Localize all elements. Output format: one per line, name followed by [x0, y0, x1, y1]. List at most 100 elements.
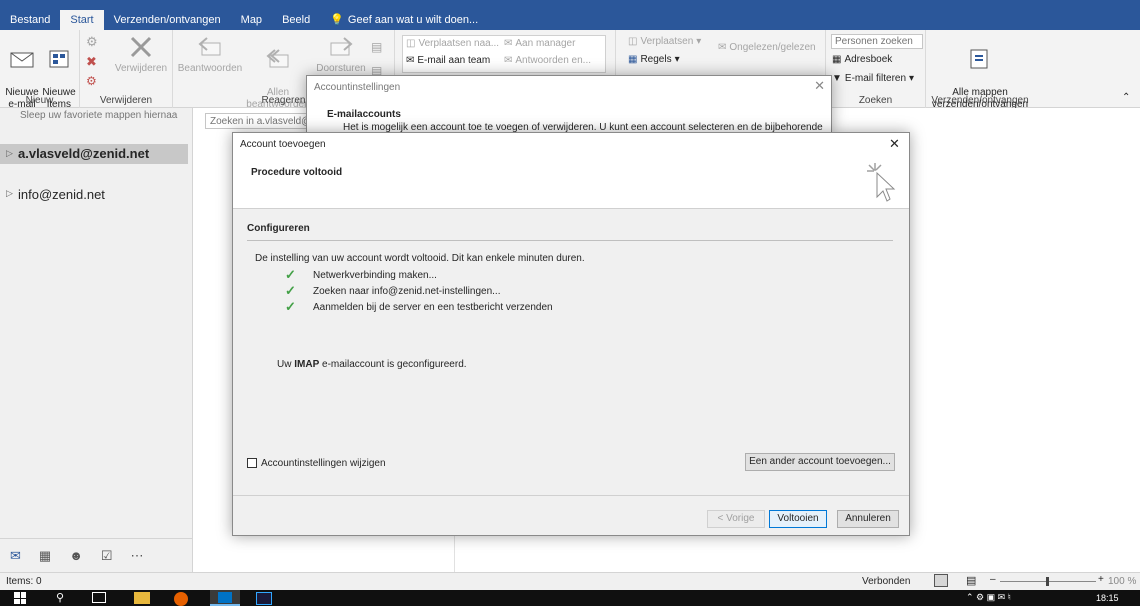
file-explorer-icon[interactable] [134, 592, 150, 604]
move-button[interactable]: ◫ Verplaatsen ▾ [628, 36, 701, 47]
change-settings-checkbox[interactable] [247, 458, 257, 468]
new-items-icon [49, 50, 69, 68]
group-find-label: Zoeken [858, 95, 893, 106]
tab-home[interactable]: Start [60, 10, 104, 30]
reading-view-icon[interactable]: ▤ [966, 574, 976, 587]
reply-all-icon [266, 49, 289, 68]
delete-button[interactable]: Verwijderen [110, 34, 172, 75]
group-delete-label: Verwijderen [99, 95, 153, 106]
title-bar [0, 0, 1140, 10]
calendar-icon[interactable]: ▦ [39, 548, 51, 564]
footer-divider [233, 495, 909, 496]
cleanup-icon[interactable]: ✖ [86, 54, 97, 70]
collapse-ribbon-icon[interactable]: ⌃ [1122, 92, 1130, 103]
tab-send-receive[interactable]: Verzenden/ontvangen [104, 10, 231, 30]
unread-read-button[interactable]: ✉ Ongelezen/gelezen [718, 42, 816, 53]
tell-me-box[interactable]: 💡 Geef aan wat u wilt doen... [320, 10, 488, 30]
filter-email-button[interactable]: ▼ E-mail filteren ▾ [832, 73, 914, 84]
quick-step-to-manager[interactable]: ✉ Aan manager [504, 38, 575, 49]
send-receive-icon [970, 49, 988, 69]
search-mailbox-input[interactable] [205, 113, 315, 129]
filter-icon: ▼ [832, 73, 842, 84]
clock[interactable]: 18:15 [1096, 593, 1119, 603]
cursor-sparkle-icon [867, 163, 896, 202]
people-icon[interactable]: ☻ [69, 548, 83, 563]
tab-file[interactable]: Bestand [0, 10, 60, 30]
rules-icon: ▦ [628, 54, 638, 65]
task-view-icon[interactable] [92, 592, 106, 603]
setup-step: Zoeken naar info@zenid.net-instellingen.… [313, 286, 501, 297]
group-new: Nieuwe e-mail Nieuwe items Nieuw [0, 30, 80, 110]
zoom-slider-thumb[interactable] [1046, 577, 1049, 586]
meeting-icon[interactable]: ▤ [371, 40, 382, 54]
close-icon[interactable]: ✕ [889, 136, 900, 152]
reply-button[interactable]: Beantwoorden [175, 34, 245, 75]
zoom-level: 100 % [1108, 576, 1137, 587]
expand-arrow-icon[interactable]: ▷ [6, 188, 13, 199]
account-folder-avlasveld[interactable]: a.vlasveld@zenid.net [18, 146, 149, 161]
configure-heading: Configureren [247, 223, 310, 234]
status-bar: Items: 0 Verbonden ▤ – + 100 % [0, 572, 1140, 590]
finish-button[interactable]: Voltooien [769, 510, 827, 528]
account-folder-info[interactable]: info@zenid.net [18, 187, 105, 202]
new-email-icon [10, 52, 34, 68]
connection-status: Verbonden [862, 576, 911, 587]
group-send-receive: Alle mappen verzenden/ontvangen Verzende… [926, 30, 1034, 110]
system-tray-icons[interactable]: ⌃ ⚙ ▣ ✉ ♮ [966, 592, 1011, 603]
checkmark-icon: ✓ [285, 267, 296, 282]
group-find: ▦Adresboek ▼E-mail filteren▾ Zoeken [826, 30, 926, 108]
account-settings-title: Accountinstellingen [314, 82, 401, 93]
group-send-receive-label: Verzenden/ontvangen [931, 95, 1029, 106]
manager-icon: ✉ [504, 38, 513, 49]
account-settings-dialog: Accountinstellingen ✕ E-mailaccounts Het… [306, 75, 832, 135]
change-settings-label: Accountinstellingen wijzigen [261, 458, 386, 469]
more-icon[interactable]: ⋯ [131, 548, 144, 564]
envelope-icon: ✉ [718, 42, 727, 53]
favorites-hint: Sleep uw favoriete mappen hiernaa [20, 110, 178, 121]
junk-icon[interactable]: ⚙ [86, 74, 97, 88]
normal-view-icon[interactable] [934, 574, 948, 587]
add-account-dialog: Account toevoegen ✕ Procedure voltooid C… [232, 132, 910, 536]
dropdown-icon: ▾ [696, 36, 702, 47]
move-icon: ◫ [628, 36, 638, 47]
folder-pane: Sleep uw favoriete mappen hiernaa ▷ a.vl… [0, 108, 193, 572]
quick-step-reply-delete[interactable]: ✉ Antwoorden en... [504, 55, 591, 66]
add-another-account-button[interactable]: Een ander account toevoegen... [745, 453, 895, 471]
close-icon[interactable]: ✕ [814, 78, 825, 94]
setup-step: Netwerkverbinding maken... [313, 270, 437, 281]
module-nav: ✉ ▦ ☻ ☑ ⋯ [0, 538, 193, 572]
divider [247, 240, 893, 241]
address-book-button[interactable]: ▦ Adresboek [832, 54, 892, 65]
app-taskbar-icon[interactable] [256, 592, 272, 605]
expand-arrow-icon[interactable]: ▷ [6, 148, 13, 159]
forward-button[interactable]: Doorsturen [311, 34, 371, 75]
tasks-icon[interactable]: ☑ [101, 548, 113, 564]
taskbar: ⚲ ⌃ ⚙ ▣ ✉ ♮ 18:15 [0, 590, 1140, 606]
back-button[interactable]: < Vorige [707, 510, 765, 528]
cancel-button[interactable]: Annuleren [837, 510, 899, 528]
quick-step-team-email[interactable]: ✉ E-mail aan team [406, 55, 490, 66]
setup-intro: De instelling van uw account wordt volto… [255, 253, 585, 264]
firefox-icon[interactable] [174, 592, 188, 606]
outlook-taskbar-icon[interactable] [210, 590, 240, 606]
tab-folder[interactable]: Map [231, 10, 272, 30]
email-accounts-heading: E-mailaccounts [327, 109, 401, 120]
quick-step-move-to[interactable]: ◫ Verplaatsen naa... [406, 38, 499, 49]
zoom-out-icon[interactable]: – [990, 574, 996, 585]
setup-step: Aanmelden bij de server en een testberic… [313, 302, 553, 313]
dropdown-icon: ▾ [674, 54, 680, 65]
group-new-label: Nieuw [25, 95, 54, 106]
ignore-icon[interactable]: ⚙ [86, 34, 98, 50]
zoom-in-icon[interactable]: + [1098, 574, 1104, 585]
configured-message: Uw IMAP e-mailaccount is geconfigureerd. [277, 359, 467, 370]
windows-start-icon[interactable] [14, 592, 26, 604]
mail-icon[interactable]: ✉ [10, 548, 21, 564]
ribbon-tabs: Bestand Start Verzenden/ontvangen Map Be… [0, 10, 1140, 30]
reply-icon [198, 37, 221, 56]
tab-view[interactable]: Beeld [272, 10, 320, 30]
search-people-input[interactable] [831, 34, 923, 49]
items-count: Items: 0 [6, 576, 42, 587]
search-icon[interactable]: ⚲ [56, 591, 64, 604]
rules-button[interactable]: ▦ Regels ▾ [628, 54, 680, 65]
group-delete: ⚙ ✖ ⚙ Verwijderen Verwijderen [80, 30, 173, 108]
